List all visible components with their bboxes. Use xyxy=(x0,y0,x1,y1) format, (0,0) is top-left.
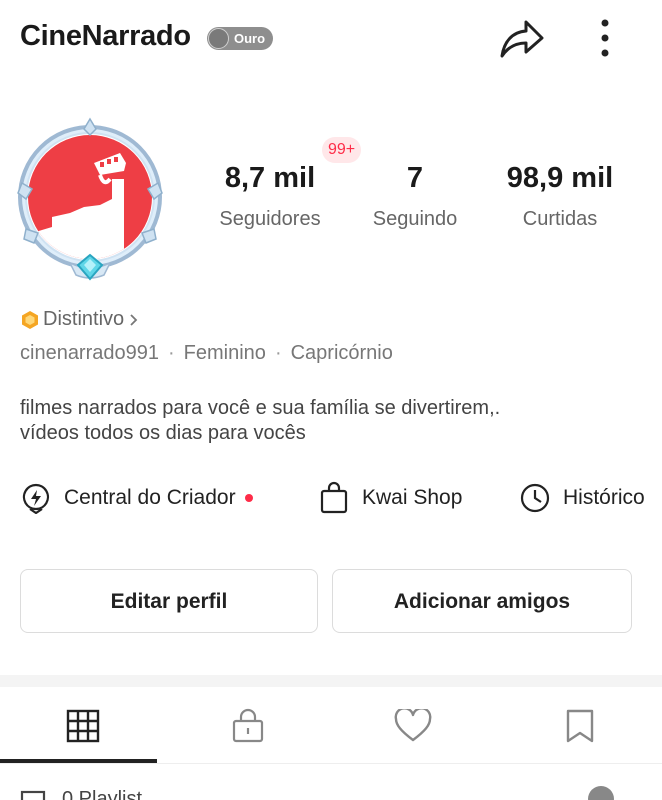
stat-label: Seguindo xyxy=(372,208,458,230)
zodiac-sign: Capricórnio xyxy=(290,342,393,364)
separator-dot: · xyxy=(168,342,175,364)
grid-icon xyxy=(66,709,99,742)
badge-link-label: Distintivo xyxy=(43,308,125,330)
share-icon xyxy=(500,20,544,58)
stat-likes[interactable]: 98,9 mil Curtidas xyxy=(490,160,630,231)
stat-followers[interactable]: 8,7 mil Seguidores xyxy=(205,160,335,231)
heart-icon xyxy=(394,708,431,741)
gender: Feminino xyxy=(183,342,266,364)
clock-icon xyxy=(520,483,550,513)
stat-label: Seguidores xyxy=(219,208,321,230)
level-badge[interactable]: Ouro xyxy=(207,27,274,50)
level-badge-icon xyxy=(208,28,229,49)
quick-links: Central do Criador Kwai Shop Histórico xyxy=(0,478,662,518)
tab-videos[interactable] xyxy=(0,687,165,764)
edit-profile-button[interactable]: Editar perfil xyxy=(20,569,318,633)
kwai-shop-label: Kwai Shop xyxy=(362,486,463,509)
share-button[interactable] xyxy=(498,18,546,60)
history-link[interactable]: Histórico xyxy=(519,478,645,518)
stat-label: Curtidas xyxy=(522,208,598,230)
shopping-bag-icon xyxy=(320,481,348,514)
playlist-label: 0 Playlist xyxy=(62,788,143,800)
profile-header: CineNarrado Ouro xyxy=(0,0,662,80)
creator-center-link[interactable]: Central do Criador xyxy=(20,478,253,518)
creator-center-icon xyxy=(22,483,50,514)
chevron-right-icon xyxy=(130,313,138,326)
avatar-image xyxy=(17,117,163,281)
creator-center-label: Central do Criador xyxy=(64,486,236,509)
bio-line: vídeos todos os dias para vocês xyxy=(20,422,306,444)
profile-bio: filmes narrados para você e sua família … xyxy=(20,396,640,446)
tab-liked[interactable] xyxy=(330,687,495,764)
kwai-shop-link[interactable]: Kwai Shop xyxy=(318,478,462,518)
stat-value: 98,9 mil xyxy=(506,162,614,194)
add-friends-button[interactable]: Adicionar amigos xyxy=(332,569,632,633)
profile-title: CineNarrado xyxy=(20,20,191,52)
username[interactable]: cinenarrado991 xyxy=(20,342,159,364)
tab-saved[interactable] xyxy=(497,687,662,764)
stat-value: 8,7 mil xyxy=(224,162,316,194)
badge-link[interactable]: Distintivo xyxy=(20,308,140,331)
section-divider xyxy=(0,675,662,687)
close-icon[interactable] xyxy=(588,786,614,800)
bookmark-icon xyxy=(566,709,593,742)
more-vertical-icon xyxy=(601,19,609,57)
stat-following[interactable]: 7 Seguindo xyxy=(360,160,470,231)
content-tabs xyxy=(0,687,662,764)
playlist-icon xyxy=(20,790,46,800)
playlist-row[interactable]: 0 Playlist xyxy=(0,780,662,800)
badge-hexagon-icon xyxy=(22,310,38,329)
lock-icon xyxy=(232,708,263,742)
separator-dot: · xyxy=(274,342,282,364)
bio-line: filmes narrados para você e sua família … xyxy=(20,397,501,419)
history-label: Histórico xyxy=(563,486,645,509)
active-tab-indicator xyxy=(0,759,157,763)
more-options-button[interactable] xyxy=(590,16,620,60)
new-indicator-dot xyxy=(244,494,253,502)
avatar[interactable] xyxy=(12,115,168,285)
level-badge-label: Ouro xyxy=(234,31,266,46)
tab-private[interactable] xyxy=(165,687,330,764)
profile-meta: cinenarrado991 · Feminino · Capricórnio xyxy=(20,342,393,365)
stat-value: 7 xyxy=(406,162,424,194)
